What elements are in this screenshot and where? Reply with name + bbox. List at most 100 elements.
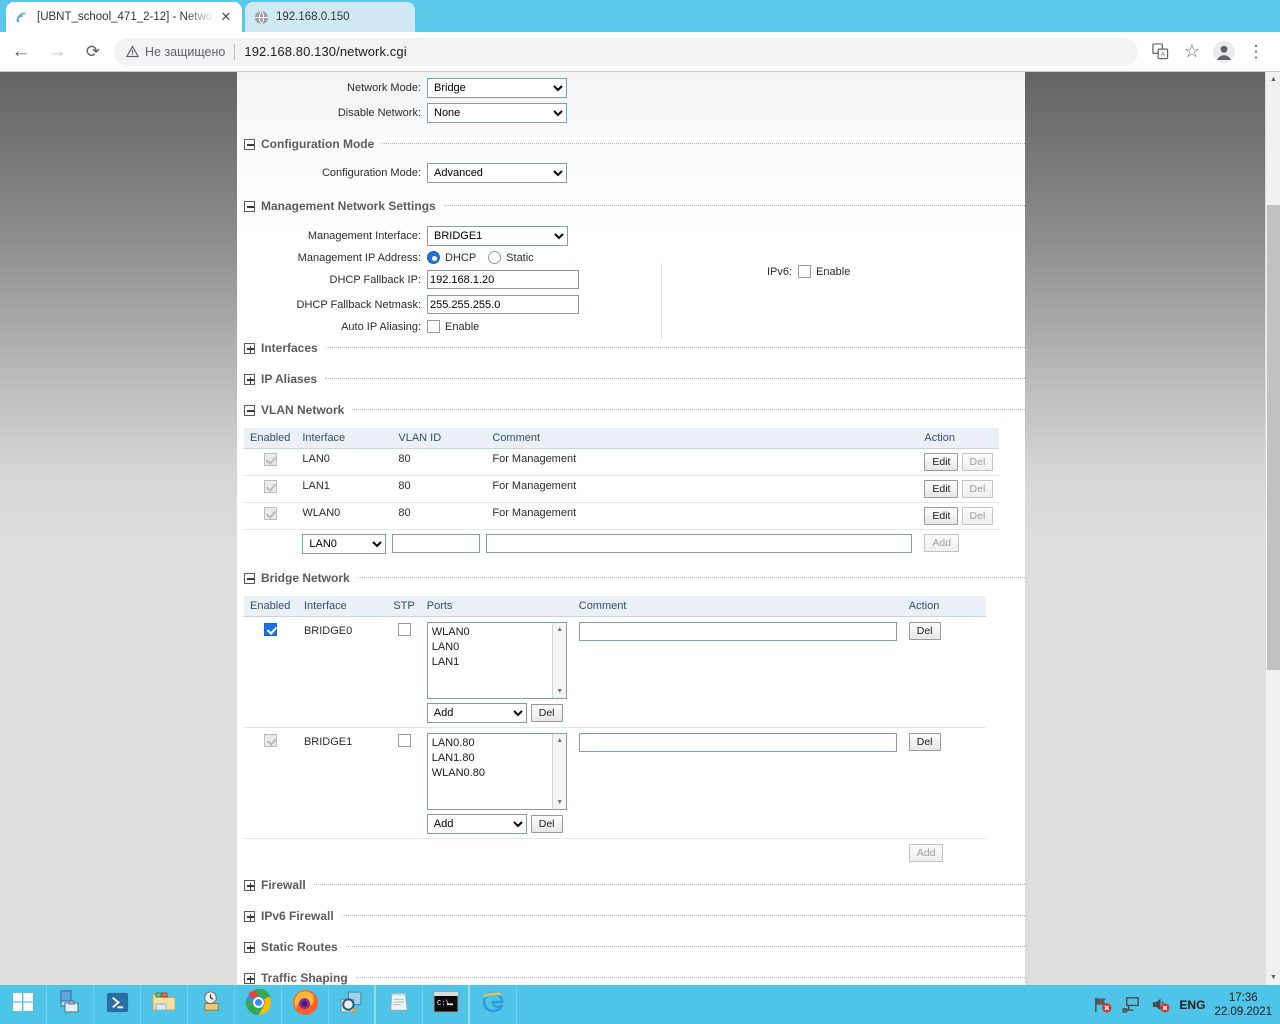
section-management-network[interactable]: Management Network Settings	[237, 199, 1025, 213]
vlan-row-enabled-checkbox[interactable]	[263, 480, 277, 493]
vlan-add-button[interactable]: Add	[924, 534, 960, 552]
configuration-mode-select[interactable]: Advanced	[427, 163, 567, 183]
bridge0-comment-input[interactable]	[578, 622, 897, 641]
radio-dhcp[interactable]	[427, 251, 440, 264]
volume-muted-icon[interactable]	[1150, 995, 1170, 1015]
bridge0-ports-listbox[interactable]: WLAN0 LAN0 LAN1 ▲ ▼	[426, 622, 567, 699]
dhcp-fallback-ip-input[interactable]	[427, 270, 579, 289]
bridge1-add-port-select[interactable]: Add	[426, 814, 527, 834]
scroll-down-icon[interactable]: ▼	[553, 796, 566, 809]
section-traffic-shaping[interactable]: Traffic Shaping	[237, 971, 1025, 985]
section-ip-aliases[interactable]: IP Aliases	[237, 372, 1025, 386]
management-interface-select[interactable]: BRIDGE1	[427, 226, 568, 246]
language-indicator[interactable]: ENG	[1179, 998, 1205, 1012]
scrollbar-thumb[interactable]	[1267, 205, 1280, 670]
bridge0-port-del-button[interactable]: Del	[530, 704, 563, 722]
vlan-row-del-button[interactable]: Del	[961, 507, 994, 525]
collapse-minus-icon[interactable]	[244, 404, 255, 416]
vlan-row-edit-button[interactable]: Edit	[924, 480, 959, 498]
section-vlan-network[interactable]: VLAN Network	[237, 403, 1025, 417]
cmd-button[interactable]: C:\	[423, 985, 470, 1024]
vlan-row-edit-button[interactable]: Edit	[924, 507, 959, 525]
bridge0-stp-checkbox[interactable]	[397, 623, 411, 636]
listbox-scrollbar[interactable]: ▲ ▼	[551, 734, 566, 809]
magnifier-button[interactable]	[329, 985, 376, 1024]
vlan-row-del-button[interactable]: Del	[961, 453, 994, 471]
bridge0-port-item[interactable]: WLAN0	[432, 625, 562, 640]
forward-button[interactable]: →	[42, 37, 72, 67]
bridge0-row-del-button[interactable]: Del	[908, 622, 941, 640]
firefox-button[interactable]	[282, 985, 329, 1024]
bridge0-port-item[interactable]: LAN0	[432, 640, 562, 655]
task-scheduler-button[interactable]	[188, 985, 235, 1024]
section-configuration-mode[interactable]: Configuration Mode	[237, 137, 1025, 151]
close-icon[interactable]: ✕	[218, 9, 234, 25]
vlan-row-enabled-checkbox[interactable]	[263, 507, 277, 520]
translate-icon[interactable]: A	[1146, 38, 1174, 66]
back-button[interactable]: ←	[6, 37, 36, 67]
bridge1-comment-input[interactable]	[578, 733, 897, 752]
expand-plus-icon[interactable]	[244, 972, 255, 984]
bridge0-enabled-checkbox[interactable]	[264, 623, 278, 636]
bridge1-port-item[interactable]: WLAN0.80	[432, 766, 562, 781]
expand-plus-icon[interactable]	[244, 879, 255, 891]
bookmark-star-icon[interactable]: ☆	[1178, 38, 1206, 66]
scroll-up-icon[interactable]: ▲	[553, 734, 566, 747]
scroll-down-icon[interactable]: ▼	[553, 685, 566, 698]
powershell-button[interactable]	[94, 985, 141, 1024]
collapse-minus-icon[interactable]	[244, 200, 255, 212]
chrome-menu-icon[interactable]: ⋮	[1242, 38, 1270, 66]
expand-plus-icon[interactable]	[244, 342, 255, 354]
section-bridge-network[interactable]: Bridge Network	[237, 571, 1025, 585]
expand-plus-icon[interactable]	[244, 941, 255, 953]
collapse-minus-icon[interactable]	[244, 138, 255, 150]
disable-network-select[interactable]: None	[427, 103, 567, 123]
section-firewall[interactable]: Firewall	[237, 878, 1025, 892]
bridge0-port-item[interactable]: LAN1	[432, 655, 562, 670]
bridge1-port-del-button[interactable]: Del	[530, 815, 563, 833]
bridge0-add-port-select[interactable]: Add	[426, 703, 527, 723]
scroll-down-icon[interactable]: ▼	[1266, 970, 1280, 985]
bridge1-port-item[interactable]: LAN1.80	[432, 751, 562, 766]
notepad-button[interactable]	[376, 985, 423, 1024]
bridge1-row-del-button[interactable]: Del	[908, 733, 941, 751]
section-static-routes[interactable]: Static Routes	[237, 940, 1025, 954]
reload-button[interactable]: ⟳	[78, 37, 108, 67]
collapse-minus-icon[interactable]	[244, 572, 255, 584]
address-bar[interactable]: Не защищено 192.168.80.130/network.cgi	[114, 37, 1138, 66]
auto-ip-aliasing-checkbox[interactable]	[427, 320, 440, 333]
bridge-add-button[interactable]: Add	[908, 844, 944, 862]
vlan-row-del-button[interactable]: Del	[961, 480, 994, 498]
ipv6-checkbox[interactable]	[798, 265, 812, 278]
bridge1-port-item[interactable]: LAN0.80	[432, 736, 562, 751]
expand-plus-icon[interactable]	[244, 910, 255, 922]
section-interfaces[interactable]: Interfaces	[237, 341, 1025, 355]
network-error-icon[interactable]	[1092, 995, 1112, 1015]
scroll-up-icon[interactable]: ▲	[1266, 72, 1280, 87]
bridge1-ports-listbox[interactable]: LAN0.80 LAN1.80 WLAN0.80 ▲ ▼	[426, 733, 567, 810]
chrome-button[interactable]	[235, 985, 282, 1024]
network-mode-select[interactable]: Bridge	[427, 78, 567, 98]
network-share-icon[interactable]	[1121, 995, 1141, 1015]
vlan-row-enabled-checkbox[interactable]	[263, 453, 277, 466]
expand-plus-icon[interactable]	[244, 373, 255, 385]
start-button[interactable]	[0, 985, 47, 1024]
dhcp-fallback-netmask-input[interactable]	[427, 295, 579, 314]
internet-explorer-button[interactable]	[470, 985, 517, 1024]
profile-avatar-icon[interactable]	[1210, 38, 1238, 66]
vlan-new-comment-input[interactable]	[486, 534, 913, 553]
browser-tab-inactive[interactable]: 192.168.0.150	[245, 2, 415, 32]
clock-tray[interactable]: 17:36 22.09.2021	[1214, 991, 1272, 1019]
bridge1-enabled-checkbox[interactable]	[264, 734, 278, 747]
vlan-new-vlan-id-input[interactable]	[392, 534, 481, 553]
browser-tab-active[interactable]: [UBNT_school_471_2-12] - Netwo ✕	[6, 2, 242, 32]
vlan-row-edit-button[interactable]: Edit	[924, 453, 959, 471]
server-manager-button[interactable]	[47, 985, 94, 1024]
radio-static[interactable]	[488, 251, 502, 264]
vlan-new-interface-select[interactable]: LAN0	[302, 534, 387, 554]
file-explorer-button[interactable]	[141, 985, 188, 1024]
page-scrollbar[interactable]: ▲ ▼	[1265, 72, 1280, 985]
bridge1-stp-checkbox[interactable]	[397, 734, 411, 747]
scroll-up-icon[interactable]: ▲	[553, 623, 566, 636]
listbox-scrollbar[interactable]: ▲ ▼	[551, 623, 566, 698]
